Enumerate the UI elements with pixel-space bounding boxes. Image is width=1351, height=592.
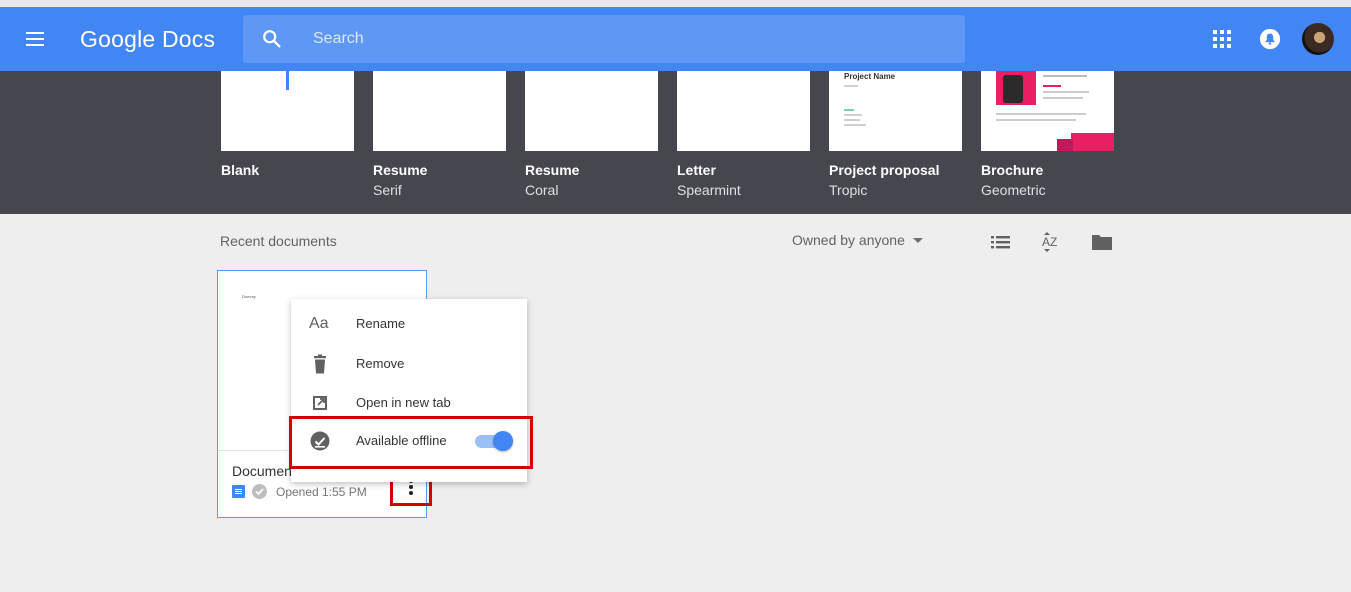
owner-filter-label: Owned by anyone bbox=[792, 232, 905, 248]
template-name: Letter bbox=[677, 162, 716, 178]
svg-text:AZ: AZ bbox=[1042, 235, 1057, 249]
sort-az-icon[interactable]: AZ bbox=[1040, 232, 1062, 252]
trash-icon bbox=[314, 354, 326, 374]
account-avatar[interactable] bbox=[1302, 23, 1334, 55]
app-title[interactable]: Google Docs bbox=[80, 26, 215, 53]
main-menu-icon[interactable] bbox=[24, 27, 48, 51]
template-thumbnail bbox=[525, 71, 658, 151]
template-name: Blank bbox=[221, 162, 260, 178]
document-title: Document bbox=[232, 463, 296, 479]
menu-item-remove[interactable]: Remove bbox=[291, 345, 527, 383]
template-subtitle: Tropic bbox=[829, 182, 868, 198]
template-thumbnail bbox=[373, 71, 506, 151]
offline-available-icon bbox=[252, 484, 267, 499]
text-format-icon: Aa bbox=[309, 315, 329, 332]
notifications-icon[interactable] bbox=[1259, 28, 1281, 50]
menu-item-label: Open in new tab bbox=[356, 395, 451, 410]
menu-item-available-offline[interactable]: Available offline bbox=[291, 422, 527, 460]
search-icon[interactable] bbox=[261, 28, 283, 50]
template-resume-coral[interactable]: Resume Coral bbox=[525, 71, 658, 198]
offline-check-icon bbox=[310, 431, 330, 451]
thumbnail-heading: Project Name bbox=[844, 72, 896, 81]
template-name: Brochure bbox=[981, 162, 1044, 178]
folder-icon[interactable] bbox=[1091, 232, 1113, 252]
document-opened-time: 1:55 PM bbox=[322, 485, 367, 499]
template-thumbnail bbox=[677, 71, 810, 151]
template-thumbnail: Project Name bbox=[829, 71, 962, 151]
search-input[interactable] bbox=[313, 27, 933, 51]
menu-item-label: Rename bbox=[356, 316, 406, 331]
toggle-knob bbox=[493, 431, 513, 451]
document-preview-text: Dummy bbox=[242, 294, 256, 299]
chevron-down-icon bbox=[912, 238, 923, 243]
menu-item-open-new-tab[interactable]: Open in new tab bbox=[291, 384, 527, 422]
template-brochure-geometric[interactable]: Brochure Geometric bbox=[981, 71, 1114, 198]
offline-toggle[interactable] bbox=[473, 430, 513, 452]
menu-item-label: Available offline bbox=[356, 433, 447, 448]
template-thumbnail bbox=[221, 71, 354, 151]
template-subtitle: Serif bbox=[373, 182, 402, 198]
template-letter-spearmint[interactable]: Letter Spearmint bbox=[677, 71, 810, 198]
document-context-menu: Aa Rename Remove Open in new tab Availab… bbox=[291, 299, 527, 482]
document-opened-label: Opened bbox=[276, 485, 319, 499]
template-subtitle: Geometric bbox=[981, 182, 1046, 198]
open-in-new-icon bbox=[313, 396, 327, 410]
menu-item-rename[interactable]: Aa Rename bbox=[291, 305, 527, 343]
template-name: Resume bbox=[525, 162, 580, 178]
apps-grid-icon[interactable] bbox=[1213, 30, 1231, 48]
browser-top-strip bbox=[0, 0, 1351, 7]
template-subtitle: Coral bbox=[525, 182, 559, 198]
list-view-icon[interactable] bbox=[990, 232, 1012, 252]
template-name: Project proposal bbox=[829, 162, 940, 178]
search-bar[interactable] bbox=[243, 15, 965, 63]
app-header: Google Docs bbox=[0, 7, 1351, 71]
owner-filter-dropdown[interactable]: Owned by anyone bbox=[792, 232, 923, 248]
docs-file-icon bbox=[232, 485, 245, 498]
template-name: Resume bbox=[373, 162, 428, 178]
template-blank[interactable]: Blank bbox=[221, 71, 354, 178]
template-project-proposal[interactable]: Project Name Project proposal Tropic bbox=[829, 71, 962, 198]
template-subtitle: Spearmint bbox=[677, 182, 741, 198]
template-gallery: Blank Resume Serif Resume Coral Letter S… bbox=[0, 71, 1351, 214]
template-resume-serif[interactable]: Resume Serif bbox=[373, 71, 506, 198]
recent-documents-heading: Recent documents bbox=[220, 233, 337, 249]
menu-item-label: Remove bbox=[356, 356, 405, 371]
template-thumbnail bbox=[981, 71, 1114, 151]
